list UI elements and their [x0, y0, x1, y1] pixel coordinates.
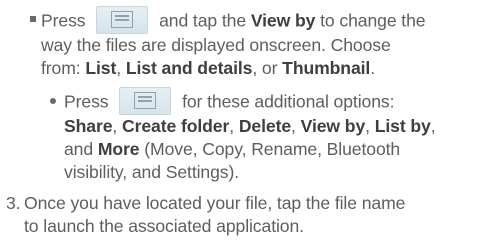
- option-thumbnail: Thumbnail: [282, 58, 371, 78]
- text: Press: [64, 91, 109, 112]
- option-share: Share: [64, 116, 113, 136]
- option-create-folder: Create folder: [122, 116, 230, 136]
- option-view-by: View by: [300, 116, 366, 136]
- text: ,: [116, 58, 122, 78]
- round-bullet-icon: [50, 98, 56, 104]
- square-bullet-icon: [30, 16, 36, 22]
- text: .: [370, 58, 376, 78]
- text: ,: [229, 116, 235, 136]
- text: to change the: [320, 10, 426, 31]
- text: , or: [252, 58, 278, 78]
- step3-line1: Once you have located your file, tap the…: [24, 193, 406, 213]
- view-by-label: View by: [250, 10, 316, 31]
- text: and tap the: [159, 10, 247, 31]
- text: ,: [291, 116, 296, 136]
- text: ,: [365, 116, 370, 136]
- step-number: 3.: [6, 193, 21, 213]
- option-list: List: [85, 58, 117, 78]
- bullet1-line2: way the files are displayed onscreen. Ch…: [41, 35, 391, 55]
- option-list-by: List by: [374, 116, 431, 136]
- step3-line2: to launch the associated application.: [24, 216, 304, 236]
- menu-key-icon: [96, 6, 149, 34]
- bullet2-line2: Share, Create folder, Delete, View by, L…: [64, 115, 436, 137]
- text: for these additional options:: [182, 91, 395, 112]
- bullet2-line3: and More (Move, Copy, Rename, Bluetooth: [64, 138, 400, 160]
- bullet2-line1: Press for these additional options:: [64, 87, 395, 117]
- text: from:: [41, 58, 81, 78]
- option-delete: Delete: [238, 116, 292, 136]
- bullet1-line1: Press and tap the View by to change the: [41, 6, 426, 36]
- text: ,: [430, 116, 436, 136]
- bullet2-line4: visibility, and Settings).: [64, 162, 240, 182]
- text: and: [64, 139, 94, 159]
- text: ,: [112, 116, 118, 136]
- text: Press: [41, 10, 86, 31]
- bullet1-line3: from: List, List and details, or Thumbna…: [41, 57, 375, 79]
- option-more: More: [97, 139, 140, 159]
- option-list-and-details: List and details: [125, 58, 253, 78]
- text: (Move, Copy, Rename, Bluetooth: [144, 139, 401, 159]
- menu-key-icon: [119, 87, 172, 115]
